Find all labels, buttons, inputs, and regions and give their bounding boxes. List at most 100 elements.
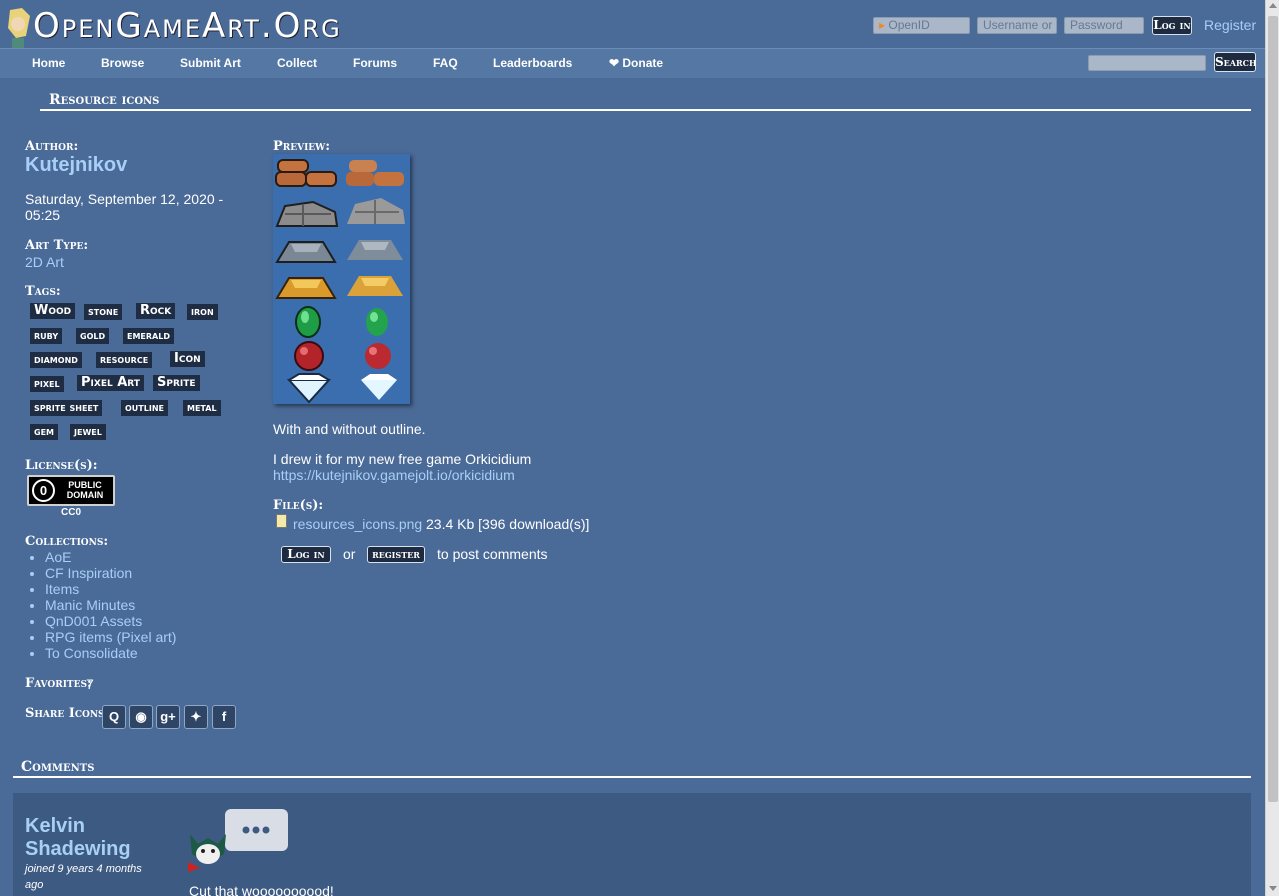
nav-leaderboards[interactable]: Leaderboards xyxy=(493,56,572,70)
favorites-label: Favorites: xyxy=(25,676,92,691)
twitter-icon[interactable]: ✦ xyxy=(184,705,208,729)
collection-link-text[interactable]: RPG items (Pixel art) xyxy=(45,629,176,645)
site-title[interactable]: OpenGameArt.Org xyxy=(33,6,342,46)
tag[interactable]: gold xyxy=(76,328,110,344)
tag[interactable]: pixel xyxy=(30,376,64,392)
tag[interactable]: sprite sheet xyxy=(30,400,103,416)
collection-link[interactable]: CF Inspiration xyxy=(45,565,176,581)
collection-link[interactable]: QnD001 Assets xyxy=(45,613,176,629)
tag[interactable]: Icon xyxy=(170,351,205,367)
game-link[interactable]: https://kutejnikov.gamejolt.io/orkicidiu… xyxy=(273,467,515,483)
post-date: Saturday, September 12, 2020 - 05:25 xyxy=(25,191,224,223)
tag[interactable]: metal xyxy=(183,400,221,416)
page-scrollbar[interactable] xyxy=(1265,0,1279,896)
description-line-1: With and without outline. xyxy=(273,421,426,437)
author-label: Author: xyxy=(25,139,79,154)
register-link[interactable]: Register xyxy=(1204,17,1256,33)
file-info: 23.4 Kb [396 download(s)] xyxy=(426,516,590,532)
collections-list: AoE CF Inspiration Items Manic Minutes Q… xyxy=(25,549,176,661)
tag[interactable]: gem xyxy=(30,424,58,440)
commenter-avatar[interactable] xyxy=(184,824,232,872)
comments-divider xyxy=(13,776,1251,778)
collection-link[interactable]: To Consolidate xyxy=(45,645,176,661)
tag[interactable]: Pixel Art xyxy=(77,375,144,391)
scrollbar-thumb[interactable] xyxy=(1268,16,1278,802)
openid-field[interactable]: ▸ OpenID xyxy=(873,17,970,34)
tag[interactable]: Wood xyxy=(30,303,76,319)
tag[interactable]: ruby xyxy=(30,328,63,344)
nav-faq[interactable]: FAQ xyxy=(433,56,458,70)
password-field[interactable]: Password xyxy=(1064,17,1144,34)
collection-link[interactable]: Items xyxy=(45,581,176,597)
author-link[interactable]: Kutejnikov xyxy=(25,154,127,177)
ruby-icon-outlined xyxy=(294,341,324,371)
collection-link[interactable]: Manic Minutes xyxy=(45,597,176,613)
ruby-icon xyxy=(365,343,391,369)
tag[interactable]: Rock xyxy=(136,303,176,319)
file-download-link[interactable]: resources_icons.png xyxy=(293,516,422,532)
login-button[interactable]: Log in xyxy=(1152,16,1192,35)
description-line-2: I drew it for my new free game Orkicidiu… xyxy=(273,451,532,467)
tag[interactable]: Sprite xyxy=(153,375,200,391)
share-label: Share Icons: xyxy=(25,706,110,721)
collection-link-text[interactable]: CF Inspiration xyxy=(45,565,132,581)
tag[interactable]: resource xyxy=(96,352,153,368)
emerald-icon-outlined xyxy=(295,306,321,338)
speech-bubble-icon xyxy=(225,809,288,851)
emerald-icon xyxy=(366,308,388,336)
collection-link[interactable]: AoE xyxy=(45,549,176,565)
site-header: OpenGameArt.Org ▸ OpenID Username or Pas… xyxy=(0,0,1265,78)
main-nav: Home Browse Submit Art Collect Forums FA… xyxy=(0,48,1265,78)
tag[interactable]: diamond xyxy=(30,352,82,368)
search-input[interactable] xyxy=(1088,55,1206,71)
license-name: CC0 xyxy=(61,507,82,518)
comment-register-button[interactable]: register xyxy=(367,546,425,563)
nav-collect[interactable]: Collect xyxy=(277,56,317,70)
commenter-joined: joined 9 years 4 months ago xyxy=(25,863,142,891)
collections-label: Collections: xyxy=(25,534,109,549)
nav-home[interactable]: Home xyxy=(32,56,65,70)
preview-image[interactable] xyxy=(273,154,410,404)
facebook-icon[interactable]: f xyxy=(212,705,236,729)
comment-login-button[interactable]: Log in xyxy=(281,546,331,563)
google-plus-icon[interactable]: g+ xyxy=(156,705,180,729)
files-label: File(s): xyxy=(273,498,324,513)
public-domain-badge[interactable]: 0 PUBLIC DOMAIN xyxy=(27,475,115,506)
art-type-label: Art Type: xyxy=(25,238,89,253)
openid-icon: ▸ xyxy=(879,18,886,32)
title-divider xyxy=(40,109,1251,111)
search-button[interactable]: Search xyxy=(1214,52,1257,72)
comments-header: Comments xyxy=(21,759,95,775)
art-type-link[interactable]: 2D Art xyxy=(25,254,64,270)
file-image-icon xyxy=(276,514,287,528)
collection-link-text[interactable]: AoE xyxy=(45,549,71,565)
commenter-name-link[interactable]: Kelvin Shadewing xyxy=(25,815,165,861)
collection-link-text[interactable]: To Consolidate xyxy=(45,645,138,661)
comment-text: Cut that woooooooood! xyxy=(189,883,334,896)
tag[interactable]: jewel xyxy=(70,424,106,440)
nav-browse[interactable]: Browse xyxy=(101,56,144,70)
preview-label: Preview: xyxy=(273,139,331,154)
tags-label: Tags: xyxy=(25,284,61,299)
scroll-down-icon[interactable] xyxy=(1269,886,1277,891)
tag[interactable]: stone xyxy=(84,304,123,320)
tag[interactable]: outline xyxy=(121,400,168,416)
license-label: License(s): xyxy=(25,458,98,473)
scroll-up-icon[interactable] xyxy=(1269,3,1277,8)
or-text: or xyxy=(343,546,356,562)
collection-link-text[interactable]: Items xyxy=(45,581,79,597)
collection-link-text[interactable]: Manic Minutes xyxy=(45,597,135,613)
username-field[interactable]: Username or xyxy=(977,17,1057,34)
tag[interactable]: emerald xyxy=(123,328,174,344)
zero-icon: 0 xyxy=(32,479,55,502)
nav-donate[interactable]: ❤ Donate xyxy=(609,56,663,70)
openid-placeholder: OpenID xyxy=(888,18,930,32)
nav-submit-art[interactable]: Submit Art xyxy=(180,56,241,70)
delicious-icon[interactable]: Q xyxy=(102,705,126,729)
tag[interactable]: iron xyxy=(187,304,218,320)
collection-link-text[interactable]: QnD001 Assets xyxy=(45,613,142,629)
collection-link[interactable]: RPG items (Pixel art) xyxy=(45,629,176,645)
reddit-icon[interactable]: ◉ xyxy=(129,705,153,729)
nav-forums[interactable]: Forums xyxy=(353,56,397,70)
license-badge-text: PUBLIC DOMAIN xyxy=(66,480,104,500)
